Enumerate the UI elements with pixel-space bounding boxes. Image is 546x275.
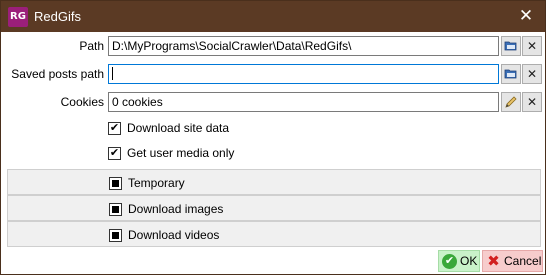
checkmark-icon: ✔	[109, 146, 120, 159]
window-title: RedGifs	[34, 9, 81, 24]
close-icon: ✕	[526, 67, 538, 81]
ok-label: OK	[460, 254, 478, 268]
close-button[interactable]: ✕	[513, 4, 539, 28]
indeterminate-mark-icon	[112, 231, 119, 239]
indeterminate-checkbox-box[interactable]	[109, 176, 122, 190]
path-label: Path	[79, 39, 104, 53]
indeterminate-checkbox-box[interactable]	[109, 228, 122, 242]
indeterminate-mark-icon	[112, 179, 119, 187]
cancel-label: Cancel	[504, 254, 542, 268]
cancel-button[interactable]: ✖ Cancel	[482, 250, 543, 272]
checkbox-box[interactable]: ✔	[108, 121, 121, 135]
pencil-icon	[505, 96, 517, 108]
dialog-window: RG RedGifs ✕ Path D:\MyPrograms\SocialCr…	[0, 0, 546, 275]
app-icon: RG	[8, 7, 28, 27]
folder-open-icon	[504, 41, 517, 51]
x-red-icon: ✖	[487, 252, 500, 270]
panel-download-images: Download images	[7, 195, 541, 221]
saved-posts-path-input[interactable]	[108, 64, 499, 84]
cookies-edit-button[interactable]	[501, 92, 521, 112]
panel-temporary: Temporary	[7, 169, 541, 195]
get-user-media-only-label: Get user media only	[127, 146, 235, 160]
title-bar[interactable]: RG RedGifs ✕	[1, 1, 545, 32]
panel-download-videos: Download videos	[7, 221, 541, 247]
saved-posts-path-row: Saved posts path ✕	[1, 62, 545, 86]
check-circle-icon: ✔	[442, 253, 457, 269]
get-user-media-only-checkbox[interactable]: ✔ Get user media only	[108, 144, 234, 162]
download-videos-checkbox[interactable]: Download videos	[109, 228, 219, 242]
cookies-input[interactable]: 0 cookies	[108, 92, 499, 112]
download-images-label: Download images	[128, 202, 224, 216]
download-images-checkbox[interactable]: Download images	[109, 202, 223, 216]
cookies-label: Cookies	[60, 95, 104, 109]
temporary-label: Temporary	[128, 176, 185, 190]
close-icon: ✕	[526, 39, 538, 53]
download-site-data-label: Download site data	[127, 121, 230, 135]
saved-posts-path-label: Saved posts path	[11, 67, 104, 81]
dialog-footer: ✔ OK ✖ Cancel	[1, 249, 545, 274]
path-browse-button[interactable]	[501, 36, 521, 56]
path-row: Path D:\MyPrograms\SocialCrawler\Data\Re…	[1, 34, 545, 58]
cookies-clear-button[interactable]: ✕	[522, 92, 542, 112]
checkbox-box[interactable]: ✔	[108, 146, 121, 160]
indeterminate-mark-icon	[112, 205, 119, 213]
saved-posts-clear-button[interactable]: ✕	[522, 64, 542, 84]
checkmark-icon: ✔	[109, 121, 120, 134]
folder-open-icon	[504, 69, 517, 79]
path-clear-button[interactable]: ✕	[522, 36, 542, 56]
text-caret	[112, 67, 113, 80]
temporary-checkbox[interactable]: Temporary	[109, 176, 185, 190]
cookies-row: Cookies 0 cookies ✕	[1, 90, 545, 114]
path-input[interactable]: D:\MyPrograms\SocialCrawler\Data\RedGifs…	[108, 36, 499, 56]
indeterminate-checkbox-box[interactable]	[109, 202, 122, 216]
ok-button[interactable]: ✔ OK	[438, 250, 480, 272]
download-site-data-checkbox[interactable]: ✔ Download site data	[108, 119, 229, 137]
saved-posts-browse-button[interactable]	[501, 64, 521, 84]
close-icon: ✕	[526, 95, 538, 109]
download-videos-label: Download videos	[128, 228, 220, 242]
